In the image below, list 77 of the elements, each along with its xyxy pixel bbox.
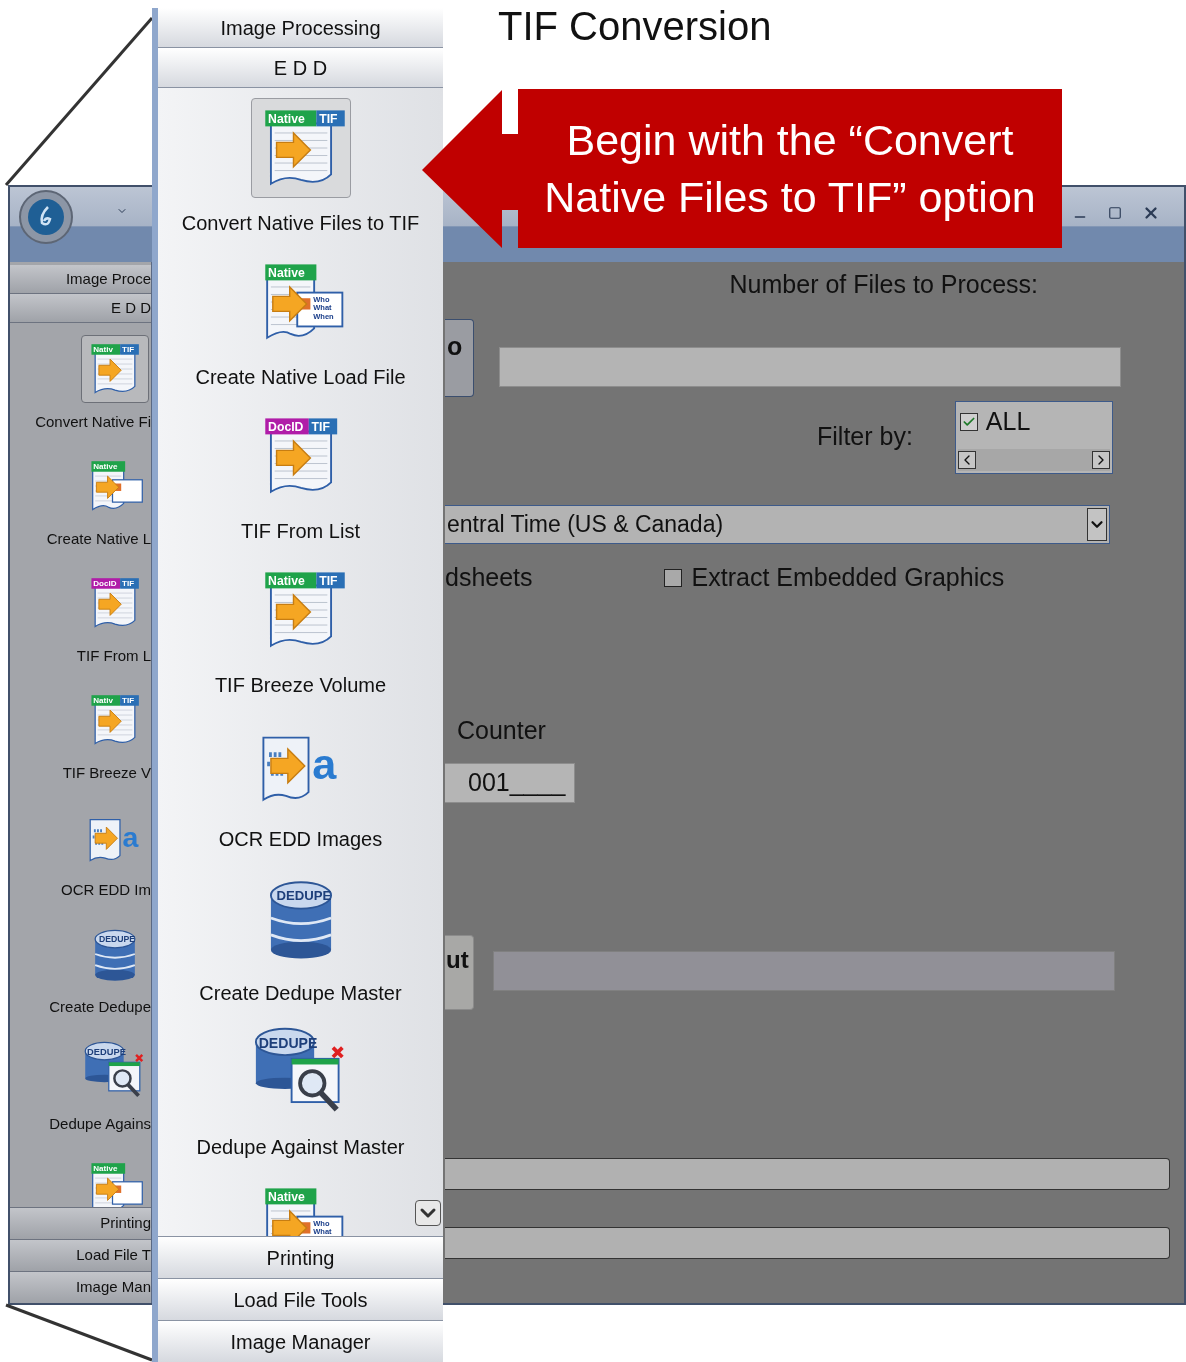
database-search-icon <box>254 1027 344 1112</box>
timezone-dropdown[interactable]: entral Time (US & Canada) <box>445 504 1110 544</box>
tool-label[interactable]: TIF Breeze Volume <box>214 670 387 700</box>
tool-label[interactable]: TIF From List <box>241 516 360 546</box>
section-header[interactable]: Image Man <box>10 1271 151 1303</box>
icon-glyph-text: a <box>311 740 336 789</box>
tool-label[interactable]: TIF Breeze V <box>62 762 151 785</box>
counter-field[interactable]: 001____ <box>445 763 575 803</box>
icon-mini-text: When <box>312 311 334 321</box>
document-arrow-icon <box>94 352 136 394</box>
database-icon <box>94 929 136 981</box>
checkbox[interactable] <box>663 568 682 587</box>
tool-label[interactable]: TIF From L <box>76 645 151 668</box>
section-header[interactable]: E D D <box>158 48 443 88</box>
files-count-label: Number of Files to Process: <box>729 269 1038 300</box>
slide-title: TIF Conversion <box>498 3 772 50</box>
icon-mini-text: Who <box>312 295 329 304</box>
icon-mini-text: Who <box>312 1219 329 1228</box>
document-arrow-icon <box>94 703 136 745</box>
icon-tag-text: DocID <box>267 419 303 434</box>
document-arrow-icon <box>89 819 121 862</box>
horizontal-scrollbar[interactable] <box>957 448 1110 471</box>
tool-icon-frame[interactable]: DocID TIF <box>250 406 351 506</box>
checkbox-label: ALL <box>985 405 1031 437</box>
database-search-icon <box>84 1041 144 1098</box>
tool-label[interactable]: Dedupe Agains <box>49 1113 151 1136</box>
counter-label: Counter <box>457 715 546 744</box>
filter-label: Filter by: <box>817 421 913 453</box>
tool-label[interactable]: Create Native L <box>46 528 151 551</box>
checkbox[interactable] <box>959 412 978 431</box>
section-header[interactable]: E D D <box>10 294 151 323</box>
tool-label[interactable]: Convert Native Fi <box>35 411 151 434</box>
icon-mini-text: What <box>312 1227 332 1236</box>
icon-tag-text: Native <box>267 1189 305 1204</box>
icon-mini-text: What <box>312 303 332 313</box>
tool-icon-frame[interactable]: Native TIF <box>250 560 351 660</box>
section-header[interactable]: Image Proce <box>10 265 151 294</box>
icon-tag-text: Native <box>267 573 305 588</box>
tool-label[interactable]: OCR EDD Im <box>61 879 151 902</box>
document-card-icon <box>92 469 143 511</box>
text-field[interactable] <box>493 951 1115 991</box>
section-header[interactable]: Printing <box>10 1207 151 1239</box>
action-button[interactable]: o <box>445 318 474 397</box>
tool-icon-frame[interactable]: a <box>250 714 351 814</box>
tool-label[interactable]: Dedupe Against Master <box>196 1132 405 1162</box>
maximize-icon[interactable] <box>1108 206 1122 220</box>
tool-label[interactable]: Create Dedupe <box>49 996 151 1019</box>
tool-label[interactable]: Create Native Load File <box>195 362 406 392</box>
scroll-right-icon[interactable] <box>1091 450 1110 469</box>
tool-icon-frame[interactable]: Who What When Native <box>250 252 351 352</box>
app-logo-icon[interactable] <box>18 189 74 245</box>
section-header[interactable]: Load File Tools <box>158 1278 443 1320</box>
text-field[interactable] <box>499 346 1121 387</box>
callout-banner: Begin with the “Convert Native Files to TIF” option <box>518 89 1062 248</box>
document-arrow-icon <box>261 736 309 801</box>
action-button[interactable]: ut <box>445 935 474 1010</box>
icon-tag-text: TIF <box>318 573 338 588</box>
document-arrow-icon <box>94 586 136 628</box>
tool-label[interactable]: Create Dedupe Master <box>199 978 402 1008</box>
tool-label[interactable]: Convert Native Files to TIF <box>181 208 420 238</box>
section-header[interactable]: Image Processing <box>158 8 443 48</box>
section-header[interactable]: Load File T <box>10 1239 151 1271</box>
icon-tag-text: TIF <box>318 111 338 126</box>
icon-tag-text: TIF <box>311 419 330 434</box>
icon-tag-text: Native <box>267 111 305 126</box>
icon-glyph-text: a <box>122 820 139 853</box>
checkbox-label: Extract Embedded Graphics <box>691 561 1005 593</box>
icon-tag-text: Native <box>267 265 305 280</box>
section-header[interactable]: Image Manager <box>158 1320 443 1362</box>
scroll-left-icon[interactable] <box>957 450 976 469</box>
tool-icon-frame[interactable]: Native TIF <box>250 98 351 198</box>
scroll-down-icon[interactable] <box>415 1200 441 1226</box>
close-icon[interactable] <box>1142 204 1160 222</box>
tool-label[interactable]: OCR EDD Images <box>218 824 383 854</box>
option-label: dsheets <box>445 561 533 593</box>
filter-list[interactable]: ALL <box>954 400 1113 474</box>
section-header[interactable]: Printing <box>158 1236 443 1278</box>
